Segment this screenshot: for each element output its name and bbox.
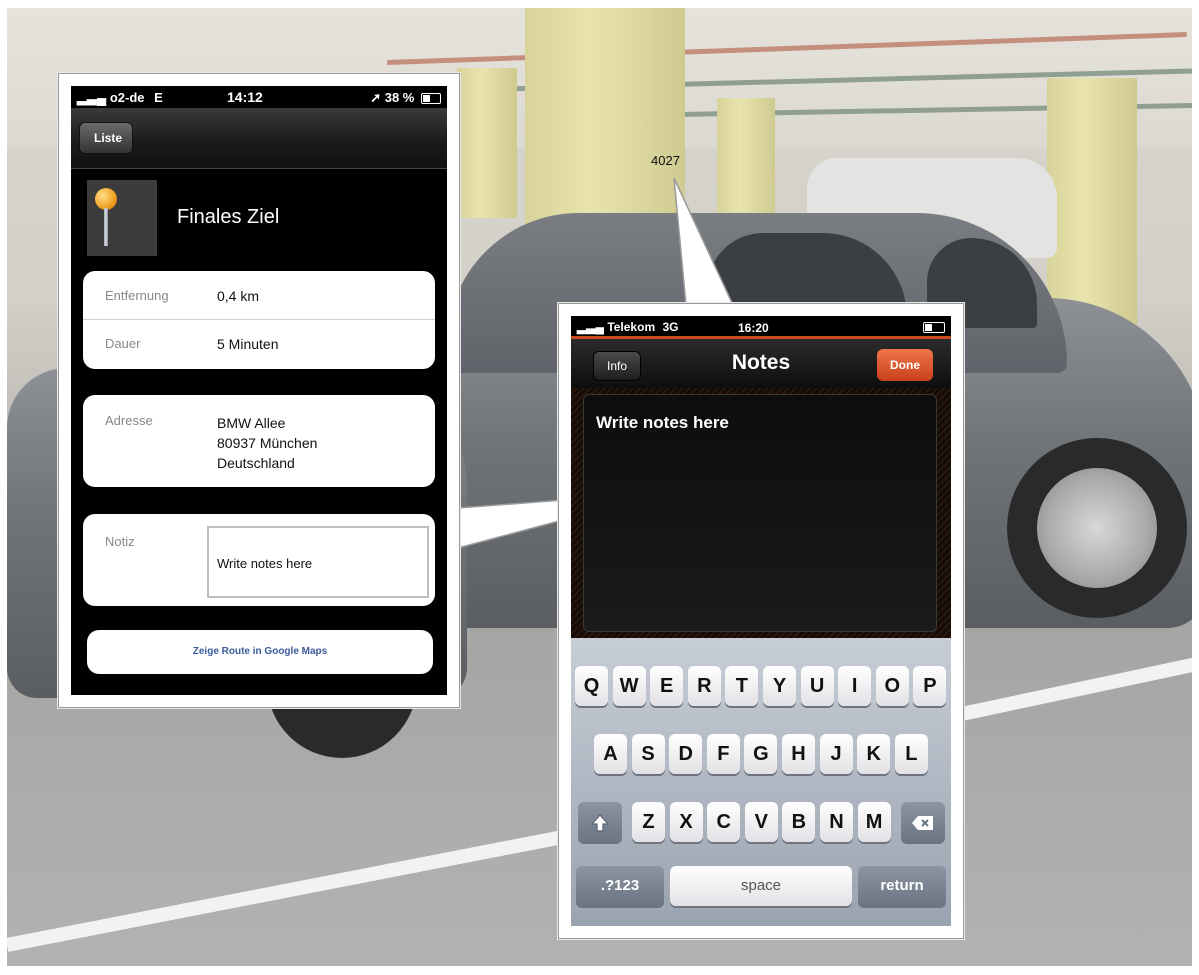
location-arrow-icon: ➚ (370, 90, 382, 105)
address-line-3: Deutschland (217, 455, 295, 471)
right-phone-frame: ▂▃▄ Telekom 3G 16:20 Info Notes Done Wri… (558, 303, 964, 939)
address-value: BMW Allee 80937 München Deutschland (217, 413, 317, 473)
reference-number: 4027 (651, 153, 680, 168)
key-d[interactable]: D (669, 734, 703, 774)
destination-title: Finales Ziel (177, 206, 280, 228)
key-s[interactable]: S (631, 734, 665, 774)
numbers-key[interactable]: .?123 (576, 866, 664, 906)
key-k[interactable]: K (857, 734, 891, 774)
note-label: Notiz (105, 534, 135, 549)
distance-label: Entfernung (105, 288, 169, 303)
carrier-signal: ▂▃▄ o2-de E (77, 90, 163, 106)
map-pin-icon (87, 180, 157, 256)
address-line-1: BMW Allee (217, 415, 286, 431)
key-j[interactable]: J (819, 734, 853, 774)
key-l[interactable]: L (894, 734, 928, 774)
note-placeholder: Write notes here (217, 556, 313, 571)
left-phone-screen: ▂▃▄ o2-de E 14:12 ➚ 38 % Liste Finales Z… (71, 86, 447, 695)
show-route-button[interactable]: Zeige Route in Google Maps (87, 630, 433, 674)
key-p[interactable]: P (913, 666, 947, 706)
key-u[interactable]: U (800, 666, 834, 706)
status-bar: ▂▃▄ o2-de E 14:12 ➚ 38 % (71, 86, 447, 108)
key-v[interactable]: V (744, 802, 778, 842)
key-r[interactable]: R (687, 666, 721, 706)
key-m[interactable]: M (857, 802, 891, 842)
battery-icon (421, 93, 441, 105)
key-c[interactable]: C (707, 802, 741, 842)
notes-background: Write notes here (571, 388, 951, 638)
shift-icon (590, 813, 610, 832)
divider (83, 319, 435, 320)
key-b[interactable]: B (782, 802, 816, 842)
back-button[interactable]: Liste (79, 122, 134, 154)
callout-pointer-top (673, 177, 735, 306)
delete-icon (912, 815, 933, 830)
note-group: Notiz Write notes here (83, 514, 435, 606)
duration-label: Dauer (105, 336, 141, 351)
key-f[interactable]: F (706, 734, 740, 774)
key-g[interactable]: G (744, 734, 778, 774)
pin-head (95, 188, 117, 210)
return-key[interactable]: return (858, 866, 946, 906)
space-key[interactable]: space (670, 866, 852, 906)
duration-value: 5 Minuten (217, 336, 279, 352)
note-field[interactable]: Write notes here (207, 526, 429, 598)
address-group: Adresse BMW Allee 80937 München Deutschl… (83, 395, 435, 487)
delete-key[interactable] (901, 802, 945, 842)
pin-stem (104, 208, 108, 246)
status-time: 14:12 (227, 89, 263, 105)
signal-icon: ▂▃▄ (77, 90, 107, 105)
key-w[interactable]: W (612, 666, 646, 706)
network-type: E (154, 90, 163, 105)
done-button[interactable]: Done (877, 349, 933, 381)
navigation-bar: Info Notes Done (571, 336, 951, 391)
key-z[interactable]: Z (632, 802, 665, 842)
notes-placeholder: Write notes here (596, 413, 729, 432)
distance-value: 0,4 km (217, 288, 260, 304)
key-e[interactable]: E (650, 666, 684, 706)
left-phone-frame: ▂▃▄ o2-de E 14:12 ➚ 38 % Liste Finales Z… (58, 73, 460, 708)
right-phone-screen: ▂▃▄ Telekom 3G 16:20 Info Notes Done Wri… (571, 316, 951, 926)
shift-key[interactable] (578, 802, 622, 842)
battery-icon (920, 320, 945, 334)
carrier-name: o2-de (109, 90, 145, 105)
key-n[interactable]: N (820, 802, 853, 842)
key-y[interactable]: Y (763, 666, 796, 706)
key-q[interactable]: Q (575, 666, 608, 706)
key-x[interactable]: X (669, 802, 703, 842)
key-i[interactable]: I (838, 666, 872, 706)
network-type: 3G (662, 320, 679, 334)
battery-percent: 38 % (384, 90, 415, 105)
key-a[interactable]: A (594, 734, 627, 774)
key-o[interactable]: O (875, 666, 909, 706)
navigation-bar: Liste (71, 108, 447, 169)
carrier-name: Telekom (607, 320, 656, 334)
address-line-2: 80937 München (217, 435, 318, 451)
keyboard: .?123 space return QWERTYUIOP ASDFGHJKL ZX… (571, 638, 951, 926)
details-group: Entfernung 0,4 km Dauer 5 Minuten (83, 271, 435, 369)
key-h[interactable]: H (782, 734, 815, 774)
signal-icon: ▂▃▄ (577, 320, 604, 334)
status-bar: ▂▃▄ Telekom 3G 16:20 (571, 316, 951, 336)
address-label: Adresse (105, 413, 153, 428)
status-time: 16:20 (738, 321, 769, 335)
notes-textarea[interactable]: Write notes here (583, 394, 937, 632)
status-right: ➚ 38 % (370, 90, 441, 106)
carrier-signal: ▂▃▄ Telekom 3G (577, 320, 678, 334)
key-t[interactable]: T (725, 666, 759, 706)
